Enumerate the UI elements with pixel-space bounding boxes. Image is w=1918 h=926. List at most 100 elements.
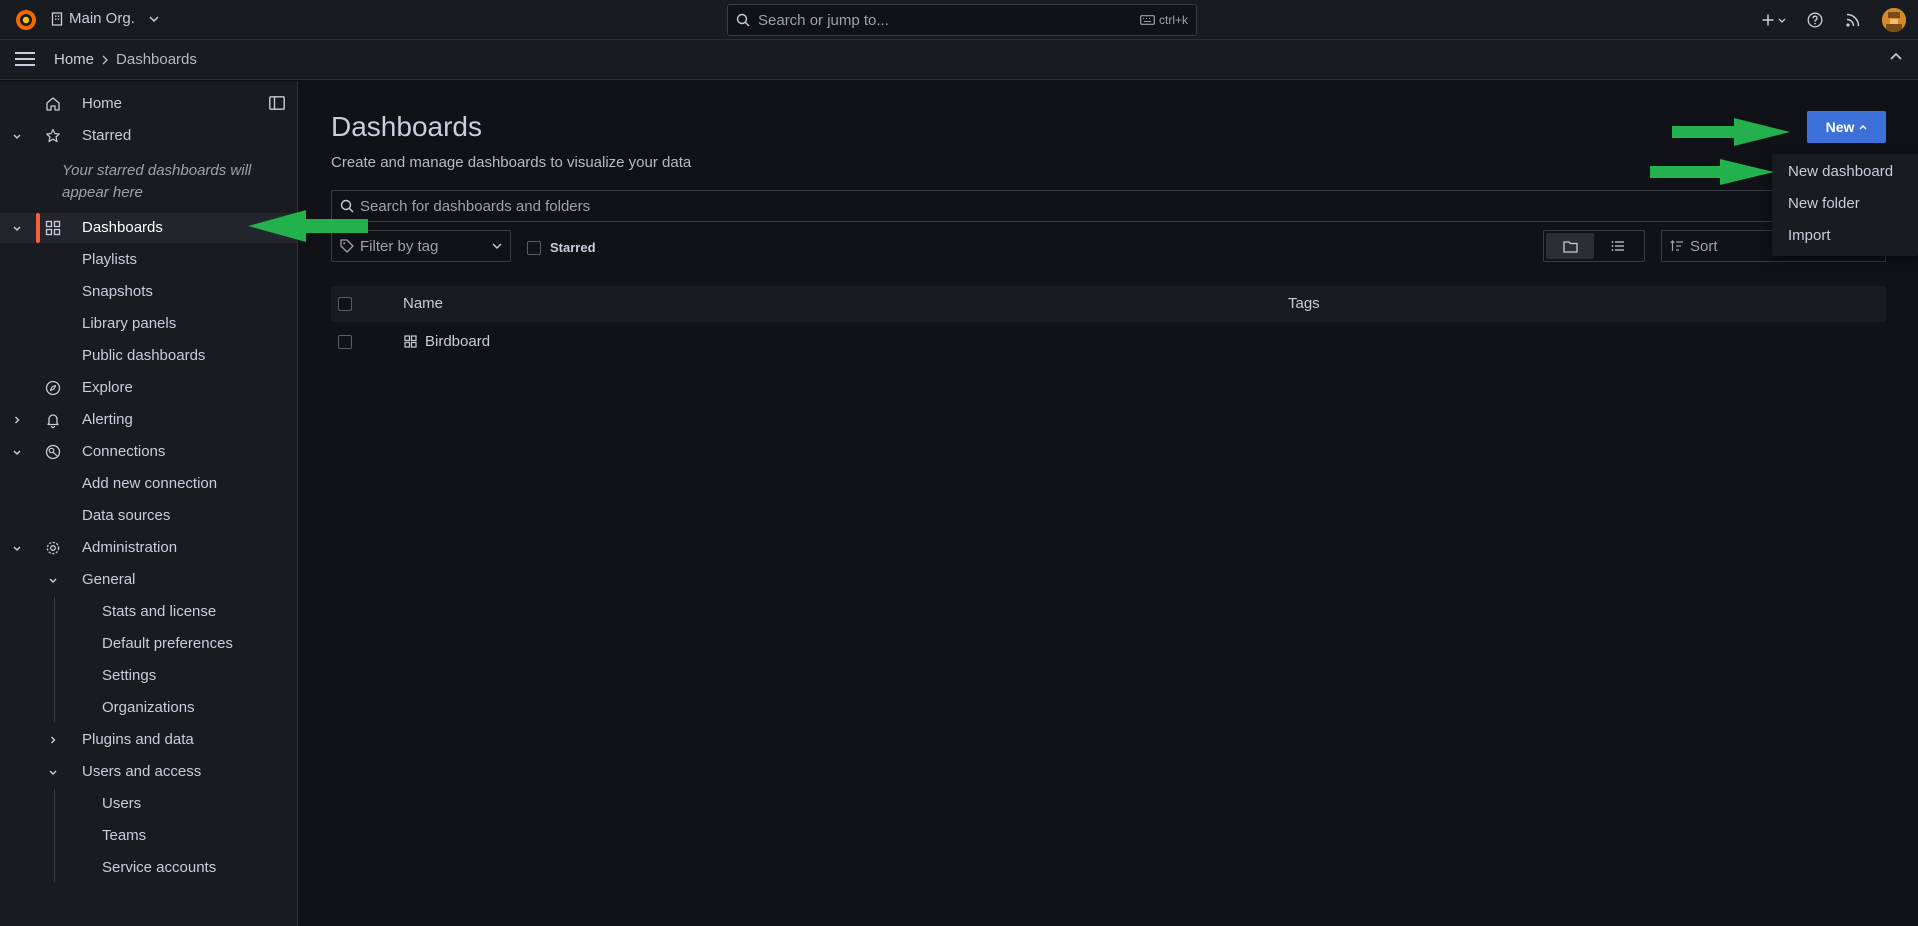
collapse-header-button[interactable] bbox=[1890, 52, 1902, 60]
sidebar-item-playlists[interactable]: Playlists bbox=[0, 245, 298, 275]
sidebar-item-snapshots[interactable]: Snapshots bbox=[0, 277, 298, 307]
cog-icon bbox=[45, 540, 61, 556]
table-header: Name Tags bbox=[331, 286, 1886, 322]
sidebar-item-home[interactable]: Home bbox=[0, 89, 298, 119]
chevron-down-icon[interactable] bbox=[12, 221, 22, 235]
sidebar-item-label: General bbox=[82, 571, 136, 588]
row-checkbox[interactable] bbox=[338, 335, 352, 349]
user-avatar[interactable] bbox=[1882, 8, 1906, 32]
menu-toggle-button[interactable] bbox=[14, 50, 36, 68]
breadcrumb-home-link[interactable]: Home bbox=[54, 51, 94, 68]
sidebar-item-library-panels[interactable]: Library panels bbox=[0, 309, 298, 339]
sidebar-item-settings[interactable]: Settings bbox=[0, 661, 298, 691]
filter-by-tag-placeholder: Filter by tag bbox=[360, 237, 439, 255]
breadcrumb-bar: Home Dashboards bbox=[0, 40, 1918, 80]
annotation-arrow-right-icon bbox=[1650, 159, 1774, 185]
sidebar-item-administration[interactable]: Administration bbox=[0, 533, 298, 563]
sidebar-item-teams[interactable]: Teams bbox=[0, 821, 298, 851]
sidebar-item-label: Users bbox=[102, 795, 142, 812]
sidebar-item-label: Data sources bbox=[82, 507, 171, 524]
sidebar-item-users-and-access[interactable]: Users and access bbox=[0, 757, 298, 787]
dashboard-icon bbox=[404, 335, 417, 348]
top-right-actions bbox=[1754, 0, 1918, 40]
sidebar-item-label: Teams bbox=[102, 827, 147, 844]
sidebar-item-starred[interactable]: Starred bbox=[0, 121, 298, 151]
search-icon bbox=[736, 13, 750, 27]
list-view-button[interactable] bbox=[1594, 233, 1642, 259]
chevron-down-icon[interactable] bbox=[12, 445, 22, 459]
dashboard-search-input[interactable]: Search for dashboards and folders bbox=[331, 190, 1886, 222]
sidebar-item-default-preferences[interactable]: Default preferences bbox=[0, 629, 298, 659]
sidebar-item-label: Administration bbox=[82, 539, 178, 556]
sidebar-item-label: Library panels bbox=[82, 315, 177, 332]
hamburger-icon bbox=[14, 50, 36, 68]
sidebar-item-data-sources[interactable]: Data sources bbox=[0, 501, 298, 531]
starred-empty-message: Your starred dashboards will appear here bbox=[62, 162, 252, 201]
add-button[interactable] bbox=[1754, 0, 1794, 40]
sidebar-item-connections[interactable]: Connections bbox=[0, 437, 298, 467]
checkbox[interactable] bbox=[527, 240, 541, 255]
sidebar-item-users[interactable]: Users bbox=[0, 789, 298, 819]
breadcrumb-current: Dashboards bbox=[116, 51, 197, 68]
chevron-down-icon[interactable] bbox=[48, 573, 58, 587]
home-icon bbox=[45, 96, 61, 112]
menu-item-new-dashboard[interactable]: New dashboard bbox=[1788, 163, 1893, 180]
breadcrumb: Home Dashboards bbox=[54, 51, 197, 68]
chevron-down-icon[interactable] bbox=[12, 541, 22, 555]
sidebar-item-label: Home bbox=[82, 95, 123, 112]
connections-icon bbox=[45, 444, 61, 460]
sidebar-item-plugins-and-data[interactable]: Plugins and data bbox=[0, 725, 298, 755]
sidebar-item-alerting[interactable]: Alerting bbox=[0, 405, 298, 435]
sort-placeholder: Sort bbox=[1690, 237, 1718, 255]
main-content: Dashboards Create and manage dashboards … bbox=[299, 81, 1918, 926]
column-header-name: Name bbox=[403, 295, 444, 312]
sort-icon bbox=[1670, 240, 1684, 252]
menu-item-new-folder[interactable]: New folder bbox=[1788, 195, 1860, 212]
grafana-logo-icon[interactable] bbox=[13, 7, 39, 33]
shortcut-text: ctrl+k bbox=[1158, 13, 1188, 27]
org-switcher[interactable]: Main Org. bbox=[51, 10, 159, 27]
sidebar-item-general[interactable]: General bbox=[0, 565, 298, 595]
page-title: Dashboards bbox=[331, 111, 482, 142]
top-bar: Main Org. Search or jump to... ctrl+k bbox=[0, 0, 1918, 40]
chevron-down-icon[interactable] bbox=[12, 129, 22, 143]
sidebar-item-label: Explore bbox=[82, 379, 133, 396]
sidebar-item-label: Alerting bbox=[82, 411, 133, 428]
sidebar-item-stats-and-license[interactable]: Stats and license bbox=[0, 597, 298, 627]
folder-view-button[interactable] bbox=[1546, 233, 1594, 259]
view-mode-toggle bbox=[1543, 230, 1645, 262]
compass-icon bbox=[45, 380, 61, 396]
chevron-down-icon bbox=[1778, 18, 1786, 23]
building-icon bbox=[51, 11, 63, 26]
sidebar-item-label: Plugins and data bbox=[82, 731, 194, 748]
new-button[interactable]: New bbox=[1807, 111, 1886, 143]
chevron-up-icon bbox=[1890, 52, 1902, 60]
table-row[interactable]: Birdboard bbox=[331, 325, 1886, 359]
global-search-input[interactable]: Search or jump to... ctrl+k bbox=[727, 4, 1197, 36]
help-icon bbox=[1807, 12, 1823, 28]
bell-icon bbox=[45, 412, 61, 428]
sidebar-item-service-accounts[interactable]: Service accounts bbox=[0, 853, 298, 883]
chevron-right-icon[interactable] bbox=[48, 733, 58, 747]
sidebar-item-explore[interactable]: Explore bbox=[0, 373, 298, 403]
chevron-up-icon bbox=[1859, 124, 1867, 130]
column-header-tags: Tags bbox=[1288, 295, 1320, 312]
dashboard-name-link[interactable]: Birdboard bbox=[425, 333, 490, 350]
sidebar-item-add-new-connection[interactable]: Add new connection bbox=[0, 469, 298, 499]
sidebar-item-organizations[interactable]: Organizations bbox=[0, 693, 298, 723]
chevron-right-icon bbox=[102, 55, 109, 65]
global-search-placeholder: Search or jump to... bbox=[758, 11, 889, 29]
select-all-checkbox[interactable] bbox=[338, 297, 352, 311]
sidebar-item-public-dashboards[interactable]: Public dashboards bbox=[0, 341, 298, 371]
chevron-right-icon[interactable] bbox=[12, 413, 22, 427]
new-dropdown-menu: New dashboard New folder Import bbox=[1772, 154, 1918, 256]
help-button[interactable] bbox=[1796, 0, 1834, 40]
star-icon bbox=[45, 128, 61, 144]
sidebar-item-label: Default preferences bbox=[102, 635, 233, 652]
plus-icon bbox=[1762, 14, 1774, 26]
starred-filter-checkbox[interactable]: Starred bbox=[527, 240, 596, 255]
news-button[interactable] bbox=[1834, 0, 1872, 40]
sidebar-item-label: Snapshots bbox=[82, 283, 153, 300]
chevron-down-icon[interactable] bbox=[48, 765, 58, 779]
menu-item-import[interactable]: Import bbox=[1788, 227, 1831, 244]
